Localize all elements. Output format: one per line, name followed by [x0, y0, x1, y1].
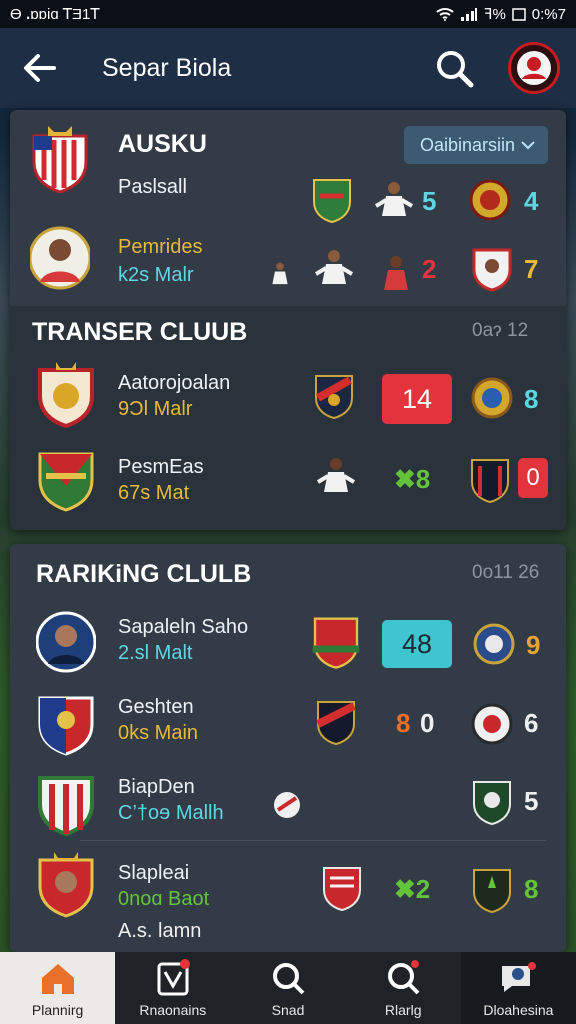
search-icon[interactable]: [432, 46, 478, 92]
nav-label: Dloahesina: [483, 1002, 554, 1018]
club-crest-icon: [38, 696, 94, 756]
chevron-down-icon: [521, 141, 535, 150]
status-left-text: Ɵ ꓸɒɒiɑ ꓔƎ1ꓔ: [10, 6, 100, 23]
club-crest-icon: [32, 126, 88, 194]
filter-dropdown[interactable]: Oaibinarsiin: [404, 126, 548, 164]
club-name: Paslsall: [118, 176, 187, 198]
nav-label: Plannirg: [31, 1002, 84, 1018]
club-crest-icon: [38, 362, 94, 429]
club-crest-icon: [471, 459, 509, 504]
club-crest-icon: [312, 617, 360, 669]
club-matches: 0noɑ Baot: [118, 888, 210, 910]
stat-value: 6: [524, 708, 539, 738]
player-photo-icon: [36, 611, 96, 673]
battery-percent: ꟻ%: [483, 6, 506, 23]
section-date: 0aɂ 12: [472, 320, 529, 341]
clubs-card: AUSKU Oaibinarsiin Paslsall 5 4 Pemrides…: [10, 110, 566, 530]
stat-value: 8: [396, 708, 411, 738]
nav-item-dloahesina[interactable]: Dloahesina: [460, 952, 576, 1024]
stat-value: ✖8: [394, 464, 431, 494]
chat-avatar-icon: [502, 962, 537, 992]
section-title-transfer: TRANSER CLUUB: [32, 318, 248, 346]
app-header: Separ Biola: [0, 28, 576, 108]
club-crest-icon: [473, 781, 511, 826]
ranking-points-badge: 48: [382, 620, 452, 668]
club-crest-icon: [38, 776, 94, 837]
bottom-nav: Plannirg Rnaonains Snad Rlarlg Dloahesin…: [0, 952, 576, 1024]
search-chat-icon: [273, 963, 305, 995]
nav-label: Rnaonains: [139, 1002, 207, 1018]
player-photo-icon: [30, 226, 90, 290]
stat-value: 9: [526, 630, 541, 660]
section-date: 0o11 26: [472, 562, 540, 583]
stat-value: 8: [524, 384, 539, 414]
club-crest-icon: [473, 623, 515, 665]
stat-value: 8: [524, 874, 539, 904]
player-avatar-icon: [384, 256, 408, 290]
stat-value: ✖2: [394, 874, 431, 904]
ball-icon: [274, 792, 300, 818]
club-crest-icon: [316, 701, 356, 746]
player-avatar-icon: [272, 262, 288, 285]
nav-item-snad[interactable]: Snad: [230, 952, 345, 1024]
wifi-icon: [436, 8, 454, 21]
club-name: Geshten: [118, 696, 194, 718]
clock: 0:%7: [531, 5, 566, 23]
club-note: A.s. lamn: [118, 920, 202, 942]
nav-label: Rlarlg: [384, 1002, 422, 1018]
club-name: Slapleai: [118, 862, 190, 884]
signal-icon: [460, 8, 477, 21]
player-avatar-icon: [314, 250, 354, 284]
stat-value: 2: [422, 254, 437, 284]
club-crest-icon: [313, 179, 351, 224]
home-icon: [41, 964, 74, 994]
club-matches: 2.sl Malt: [118, 642, 193, 664]
player-avatar-icon: [316, 458, 356, 492]
stat-badge: 0: [518, 458, 548, 498]
profile-avatar-button[interactable]: [508, 42, 560, 94]
stat-value: 0: [420, 708, 435, 738]
club-crest-icon: [472, 248, 512, 292]
page-title: Separ Biola: [102, 54, 232, 82]
club-matches: C’†oɘ Mallh: [118, 802, 224, 824]
club-crest-icon: [469, 179, 511, 221]
stat-value: 5: [524, 786, 539, 816]
ranking-card: RARIKiNG CLULB 0o11 26 Sapaleln Saho 2.s…: [10, 544, 566, 952]
club-crest-icon: [471, 377, 513, 419]
nav-label: Snad: [271, 1002, 305, 1018]
transfer-count-badge: 14: [382, 374, 452, 424]
battery-icon: [512, 8, 526, 21]
back-arrow-icon[interactable]: [20, 50, 60, 86]
nav-item-planning[interactable]: Plannirg: [0, 952, 116, 1024]
club-matches: 67s Mat: [118, 482, 190, 504]
stat-value: 4: [524, 186, 539, 216]
club-name: Aatorojoalan: [118, 372, 231, 394]
club-crest-icon: [471, 703, 513, 745]
stat-value: 5: [422, 186, 437, 216]
profile-avatar-icon: [517, 51, 551, 85]
player-photo-icon: [38, 852, 94, 918]
row-divider: [80, 840, 546, 841]
section-title-ranking: RARIKiNG CLULB: [36, 560, 252, 588]
search-badge-icon: [388, 960, 420, 995]
stat-value: 7: [524, 254, 539, 284]
status-bar: Ɵ ꓸɒɒiɑ ꓔƎ1ꓔ ꟻ% 0:%7: [0, 0, 576, 28]
club-name: Sapaleln Saho: [118, 616, 249, 638]
club-name: PesmEas: [118, 456, 204, 478]
club-name: Pemrides: [118, 236, 203, 258]
club-matches: k2s Malr: [118, 264, 194, 286]
whistle-icon: [157, 959, 190, 996]
dropdown-label: Oaibinarsiin: [420, 134, 516, 155]
club-matches: 0ks Main: [118, 722, 199, 744]
club-crest-icon: [38, 452, 94, 512]
club-crest-icon: [323, 867, 361, 912]
nav-item-rlarlg[interactable]: Rlarlg: [346, 952, 461, 1024]
player-avatar-icon: [374, 182, 414, 216]
section-title-ausku: AUSKU: [118, 130, 207, 158]
nav-item-rnaonains[interactable]: Rnaonains: [115, 952, 230, 1024]
club-matches: 9Ɔl Malr: [118, 398, 193, 420]
club-crest-icon: [315, 375, 353, 420]
club-name: BiapDen: [118, 776, 195, 798]
club-crest-icon: [473, 869, 511, 914]
